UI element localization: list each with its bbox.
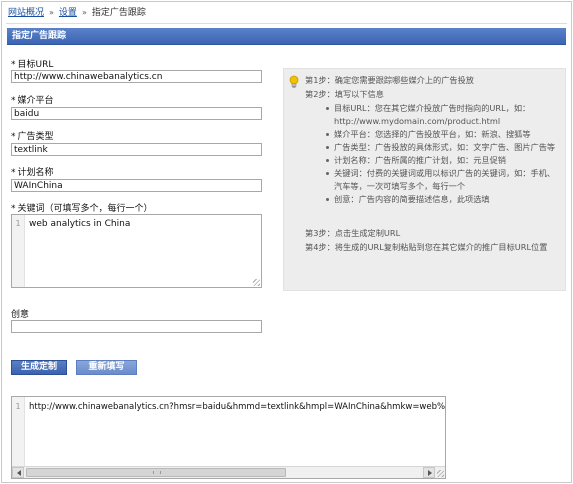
help-bullet-item: 关键词：付费的关键词或用以标识广告的关键词，如：手机、汽车等，一次可填写多个，每… xyxy=(326,167,562,193)
help-bullet-item: 创意：广告内容的简要描述信息，此项选填 xyxy=(326,193,562,206)
breadcrumb-separator: » xyxy=(49,8,54,17)
help-panel: 第1步：确定您需要跟踪哪些媒介上的广告投放 第2步：填写以下信息 目标URL：您… xyxy=(283,68,566,291)
media-platform-label: * 媒介平台 xyxy=(11,96,54,106)
keywords-text: web analytics in China xyxy=(29,219,131,229)
help-step-2: 第2步：填写以下信息 xyxy=(305,89,384,99)
media-platform-input[interactable] xyxy=(11,107,262,120)
help-step-3: 第3步：点击生成定制URL xyxy=(305,228,401,238)
breadcrumb: 网站概况 » 设置 » 指定广告跟踪 xyxy=(8,6,146,20)
generate-url-button[interactable]: 生成定制URL xyxy=(11,360,67,385)
resize-grip-icon[interactable] xyxy=(253,279,260,286)
creative-input[interactable] xyxy=(11,320,262,333)
help-bullet-item: 目标URL：您在其它媒介投放广告时指向的URL，如：http://www.myd… xyxy=(326,102,562,128)
campaign-input[interactable] xyxy=(11,179,262,192)
breadcrumb-current: 指定广告跟踪 xyxy=(91,8,146,18)
breadcrumb-divider xyxy=(6,23,567,24)
creative-label: 创意 xyxy=(11,310,30,320)
breadcrumb-settings[interactable]: 设置 xyxy=(59,8,77,18)
keywords-textarea[interactable]: 1 web analytics in China xyxy=(11,214,262,288)
horizontal-scrollbar[interactable] xyxy=(12,466,445,478)
lightbulb-icon xyxy=(289,75,299,88)
help-step-1: 第1步：确定您需要跟踪哪些媒介上的广告投放 xyxy=(305,75,474,85)
page-frame: 网站概况 » 设置 » 指定广告跟踪 指定广告跟踪 *目标URL *媒介平台 *广告类型… xyxy=(1,1,572,483)
section-title: 指定广告跟踪 xyxy=(7,28,566,45)
help-step-4: 第4步：将生成的URL复制粘贴到您在其它媒介的推广目标URL位置 xyxy=(305,242,548,252)
campaign-label: * 计划名称 xyxy=(11,168,54,178)
reset-button[interactable]: 重新填写 xyxy=(76,360,137,375)
breadcrumb-separator: » xyxy=(81,8,87,17)
scroll-left-icon[interactable] xyxy=(12,467,24,478)
help-bullet-item: 广告类型：广告投放的具体形式，如：文字广告、图片广告等 xyxy=(326,141,562,154)
resize-grip-icon[interactable] xyxy=(437,470,444,477)
keywords-label: * 关键词（可填写多个，每行一个） xyxy=(11,204,153,214)
scrollbar-thumb[interactable] xyxy=(26,468,286,477)
breadcrumb-site-overview[interactable]: 网站概况 xyxy=(8,8,44,18)
ad-type-input[interactable] xyxy=(11,143,262,156)
scroll-right-icon[interactable] xyxy=(423,467,435,478)
generated-url-textarea[interactable]: 1 http://www.chinawebanalytics.cn?hmsr=b… xyxy=(11,396,446,479)
line-number-gutter: 1 xyxy=(12,215,25,287)
help-bullet-list: 目标URL：您在其它媒介投放广告时指向的URL，如：http://www.myd… xyxy=(326,102,562,206)
generated-url-text: http://www.chinawebanalytics.cn?hmsr=bai… xyxy=(29,402,445,412)
help-bullet-item: 媒介平台：您选择的广告投放平台，如：新浪、搜狐等 xyxy=(326,128,562,141)
target-url-input[interactable] xyxy=(11,70,262,83)
target-url-label: * 目标URL xyxy=(11,60,54,70)
help-bullet-item: 计划名称：广告所属的推广计划，如：元旦促销 xyxy=(326,154,562,167)
ad-type-label: * 广告类型 xyxy=(11,132,54,142)
